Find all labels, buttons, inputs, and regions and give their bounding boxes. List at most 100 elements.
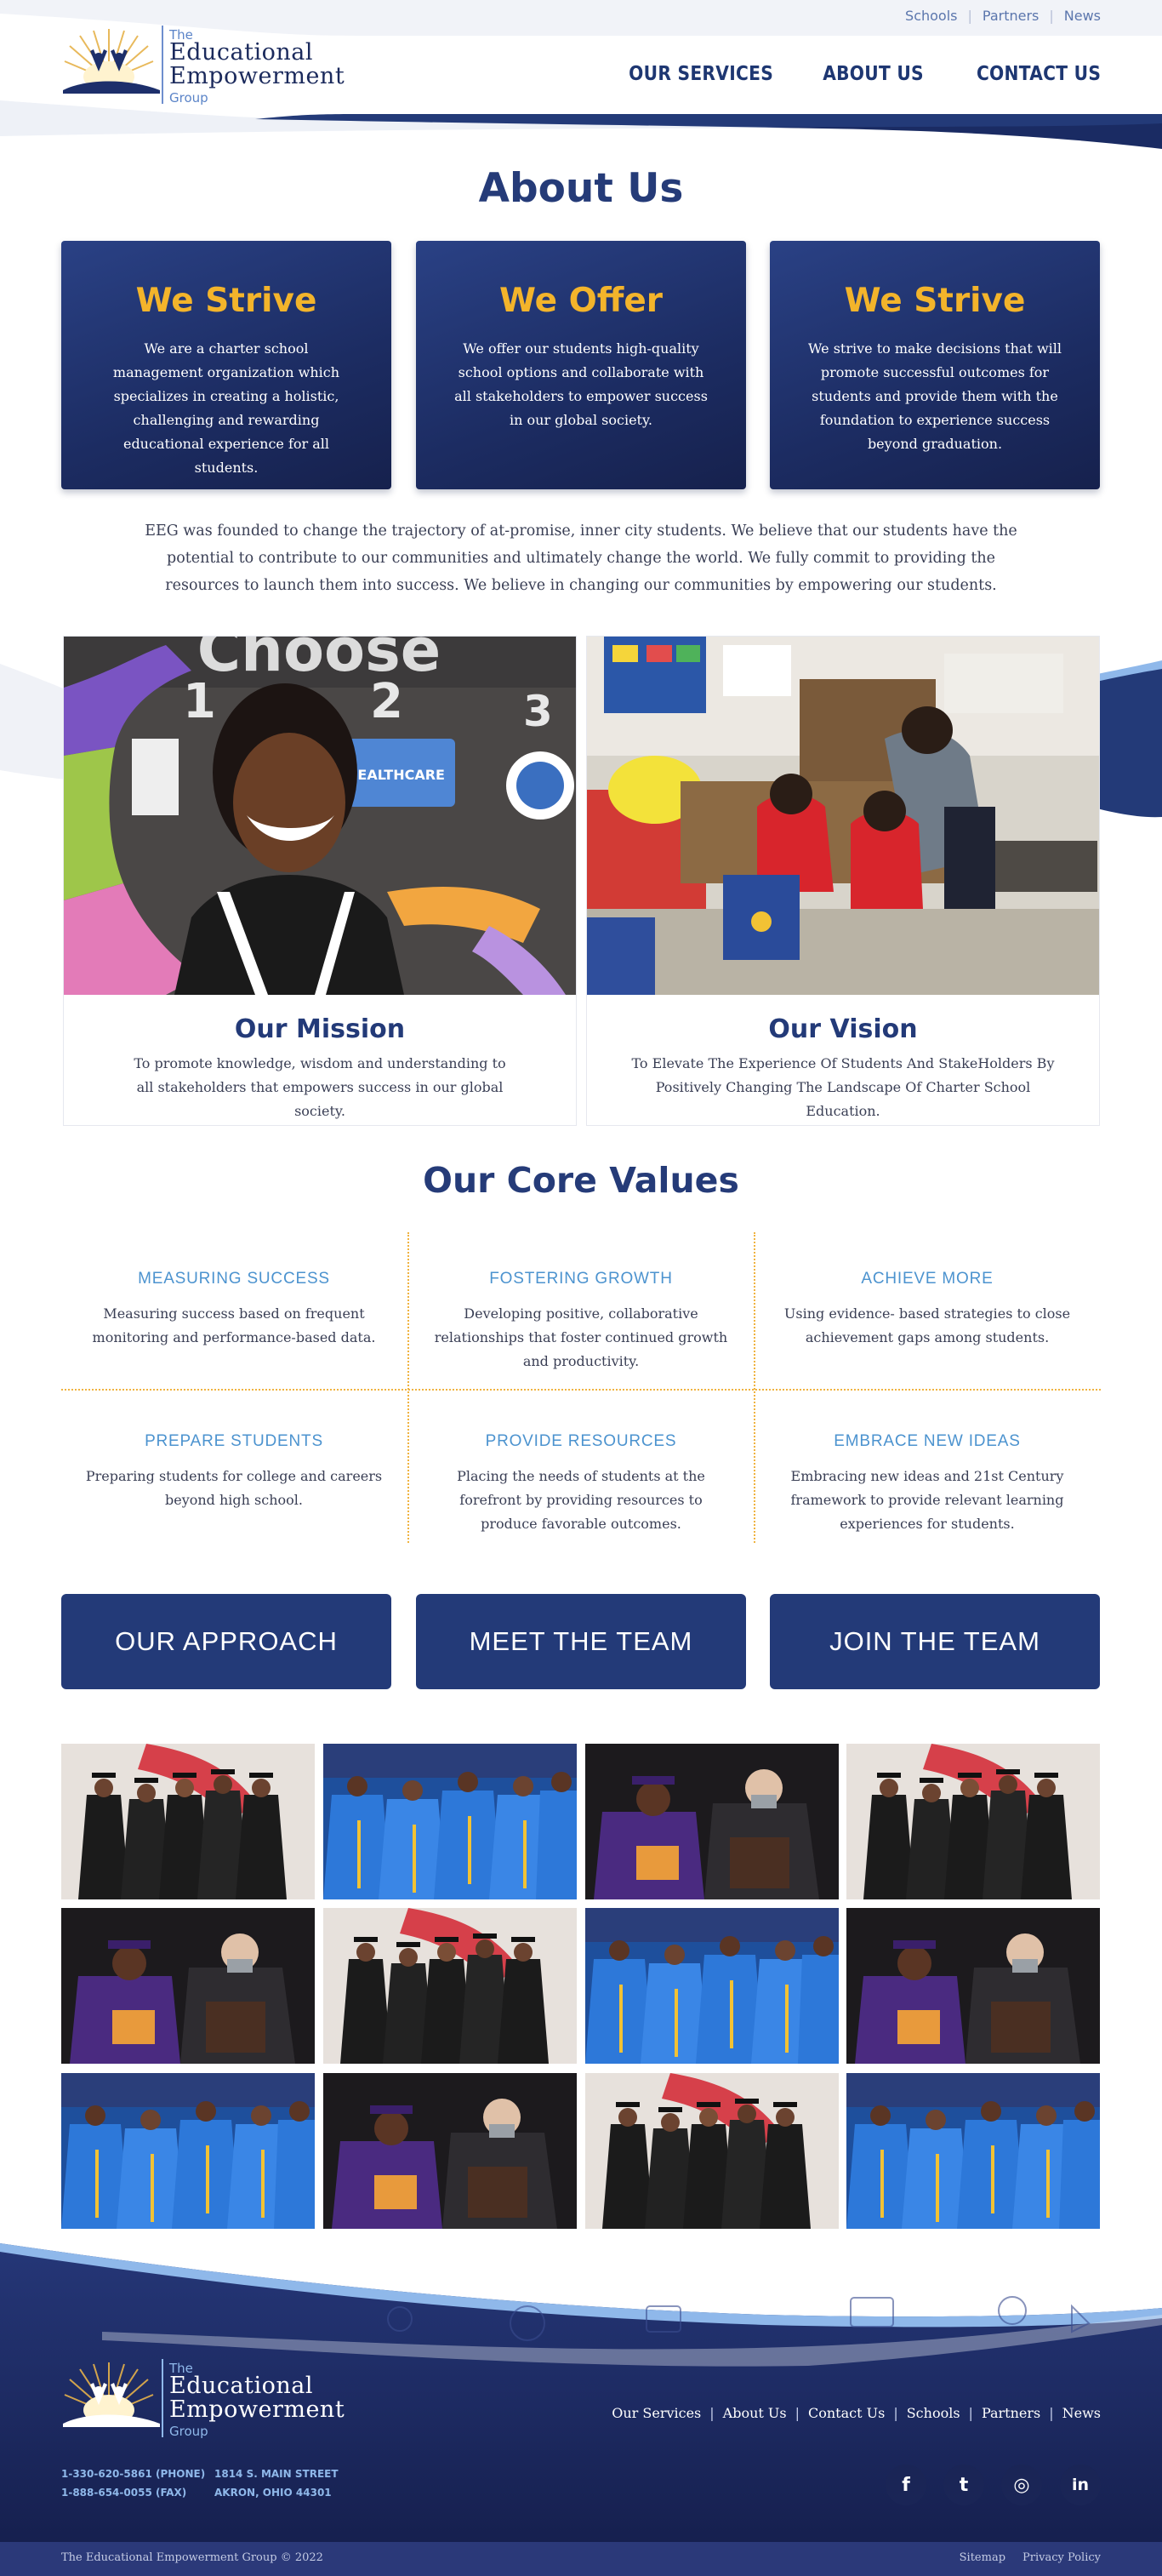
instagram-icon[interactable]: ◎ [1001,2465,1042,2505]
nav-about-us[interactable]: ABOUT US [823,63,924,85]
gallery-photo-blue-gowns[interactable] [323,1744,577,1899]
divider [61,1389,1101,1391]
main-nav: OUR SERVICES ABOUT US CONTACT US [609,63,1101,85]
top-link-schools[interactable]: Schools [905,8,957,24]
divider: | [968,2405,973,2421]
legal-links: Sitemap Privacy Policy [960,2551,1101,2564]
linkedin-glyph: in [1071,2476,1090,2494]
about-card-offer: We Offer We offer our students high-qual… [416,241,746,489]
gallery-photo-blue-gowns[interactable] [846,2073,1100,2229]
meet-the-team-button[interactable]: MEET THE TEAM [416,1594,746,1689]
photo-num-3: 3 [523,687,553,736]
core-value-embrace-new-ideas: EMBRACE NEW IDEAS Embracing new ideas an… [755,1432,1100,1536]
gallery-photo-award[interactable] [323,2073,577,2229]
join-the-team-button[interactable]: JOIN THE TEAM [770,1594,1100,1689]
logo-divider [162,2359,163,2437]
nav-our-services[interactable]: OUR SERVICES [629,63,773,85]
divider: | [1049,2405,1054,2421]
button-label: OUR APPROACH [115,1626,338,1656]
mission-text: To promote knowledge, wisdom and underst… [134,1055,506,1119]
vision-photo [587,637,1099,995]
site-logo[interactable]: The Educational Empowerment Group [61,24,345,106]
core-value-text: Using evidence- based strategies to clos… [783,1305,1071,1345]
footer-link-news[interactable]: News [1062,2405,1101,2421]
core-value-prepare-students: PREPARE STUDENTS Preparing students for … [61,1432,407,1512]
facebook-glyph: f [902,2474,910,2496]
logo-line2: Educational [169,2373,313,2399]
logo-educational: Educational Empowerment [169,2374,345,2422]
gallery-photo-award[interactable] [846,1908,1100,2064]
phone-number[interactable]: 1-330-620-5861 (PHONE) [61,2465,205,2483]
site-header: Schools | Partners | News The Educationa… [0,0,1162,170]
gallery-photo-award[interactable] [585,1744,839,1899]
core-value-text: Placing the needs of students at the for… [457,1468,705,1532]
top-link-partners[interactable]: Partners [983,8,1039,24]
gallery-photo-black-gowns[interactable] [323,1908,577,2064]
footer-link-about-us[interactable]: About Us [723,2405,787,2421]
top-links: Schools | Partners | News [905,8,1101,24]
instagram-glyph: ◎ [1013,2474,1030,2496]
footer-link-our-services[interactable]: Our Services [612,2405,701,2421]
footer-link-schools[interactable]: Schools [907,2405,960,2421]
sitemap-link[interactable]: Sitemap [960,2551,1005,2564]
gallery-photo-black-gowns[interactable] [585,2073,839,2229]
photo-sign: HEALTHCARE [346,767,445,783]
card-title: We Strive [844,282,1026,320]
gallery-photo-blue-gowns[interactable] [585,1908,839,2064]
footer-logo[interactable]: The Educational Empowerment Group [61,2357,345,2439]
card-text: We strive to make decisions that will pr… [808,340,1062,452]
footer-links: Our Services | About Us | Contact Us | Scho… [612,2405,1101,2421]
core-value-text: Developing positive, collaborative relat… [434,1305,728,1369]
facebook-icon[interactable]: f [886,2465,926,2505]
logo-group: Group [169,90,208,106]
sunburst-logo-icon [63,2362,160,2427]
logo-divider [162,26,163,104]
divider: | [795,2405,800,2421]
core-value-text: Measuring success based on frequent moni… [92,1305,376,1345]
vision-title: Our Vision [768,1014,918,1044]
core-value-heading: PREPARE STUDENTS [145,1432,323,1450]
core-value-heading: EMBRACE NEW IDEAS [834,1432,1021,1450]
top-link-news[interactable]: News [1064,8,1101,24]
about-title: About Us [478,165,684,212]
footer-bottom-bar: The Educational Empowerment Group © 2022… [0,2542,1162,2576]
footer-phone-block: 1-330-620-5861 (PHONE) 1-888-654-0055 (F… [61,2465,205,2502]
mission-title: Our Mission [234,1014,406,1044]
mission-card: Choose 1 2 3 HEALTHCARE Our Mission To p… [63,636,577,1126]
photo-word: Choose [197,637,441,685]
our-approach-button[interactable]: OUR APPROACH [61,1594,391,1689]
gallery-photo-award[interactable] [61,1908,315,2064]
divider: | [1049,8,1054,24]
gallery-photo-black-gowns[interactable] [61,1744,315,1899]
card-title: We Offer [498,282,664,320]
button-label: MEET THE TEAM [469,1626,693,1656]
core-value-provide-resources: PROVIDE RESOURCES Placing the needs of s… [408,1432,754,1536]
logo-educational: Educational Empowerment [169,41,345,89]
core-values-title: Our Core Values [423,1160,739,1201]
card-text: We offer our students high-quality schoo… [454,340,708,428]
gallery-photo-black-gowns[interactable] [846,1744,1100,1899]
logo-line3: Empowerment [169,2396,345,2423]
photo-num-2: 2 [370,674,403,729]
twitter-icon[interactable]: t [943,2465,984,2505]
sunburst-logo-icon [63,29,160,94]
core-value-measuring-success: MEASURING SUCCESS Measuring success base… [61,1270,407,1350]
button-label: JOIN THE TEAM [829,1626,1040,1656]
linkedin-icon[interactable]: in [1060,2465,1101,2505]
gallery-photo-blue-gowns[interactable] [61,2073,315,2229]
core-value-heading: MEASURING SUCCESS [138,1270,330,1288]
address-city: AKRON, OHIO 44301 [214,2487,332,2499]
core-value-heading: ACHIEVE MORE [861,1270,994,1288]
privacy-policy-link[interactable]: Privacy Policy [1022,2551,1101,2564]
copyright: The Educational Empowerment Group © 2022 [61,2551,323,2564]
core-value-text: Preparing students for college and caree… [85,1468,383,1508]
nav-contact-us[interactable]: CONTACT US [977,63,1101,85]
logo-group: Group [169,2424,208,2439]
site-footer: The Educational Empowerment Group Our Ser… [0,2230,1162,2576]
footer-link-contact-us[interactable]: Contact Us [808,2405,885,2421]
footer-link-partners[interactable]: Partners [982,2405,1040,2421]
photo-num-1: 1 [183,674,216,729]
address-street: 1814 S. MAIN STREET [214,2468,339,2480]
core-value-fostering-growth: FOSTERING GROWTH Developing positive, co… [408,1270,754,1374]
divider: | [709,2405,715,2421]
